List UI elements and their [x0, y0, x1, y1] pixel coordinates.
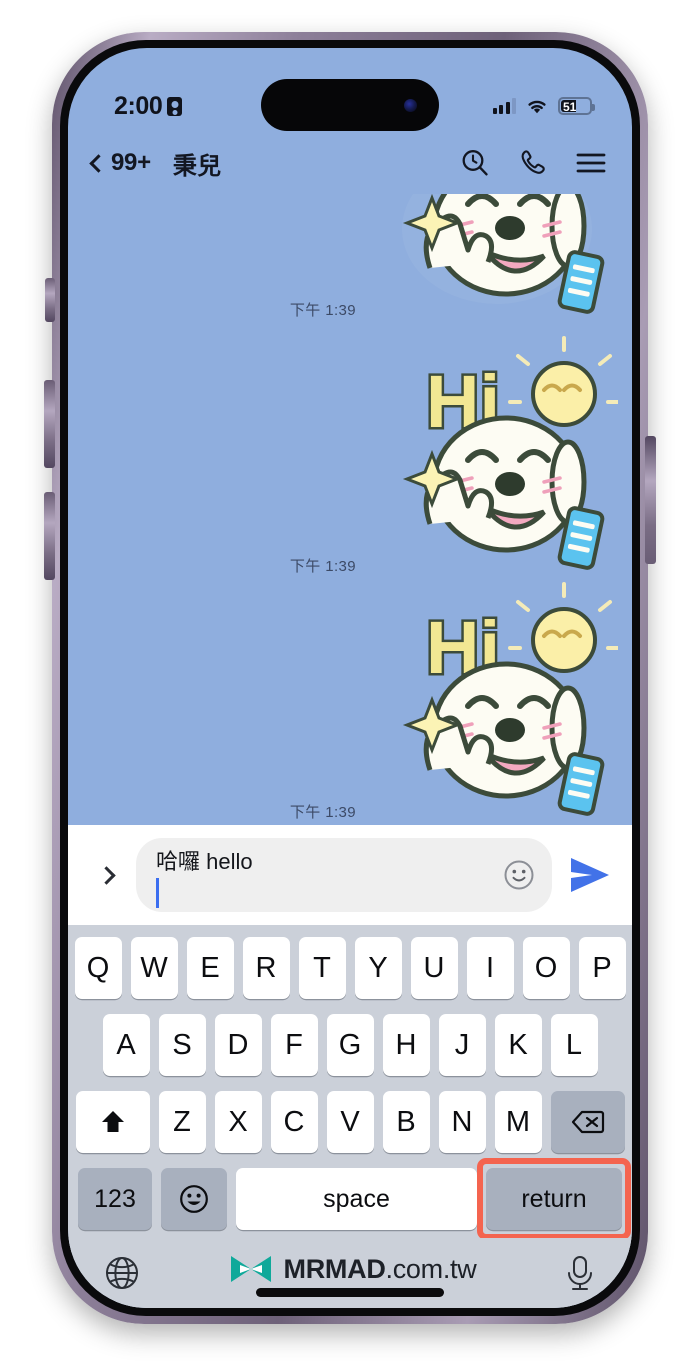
front-camera-lens — [404, 98, 417, 112]
phone-call-icon[interactable] — [518, 148, 548, 178]
numbers-key[interactable]: 123 — [78, 1168, 152, 1230]
mrmad-infinity-logo — [230, 1256, 271, 1282]
chat-nav-bar: 99+ 秉兒 — [68, 132, 632, 194]
status-time: 2:00 — [114, 91, 163, 120]
search-history-icon[interactable] — [460, 148, 490, 178]
chat-message-list[interactable]: 下午 1:39 Hi — [68, 194, 632, 825]
chevron-left-icon — [89, 153, 108, 173]
phone-screen: 下午 1:39 Hi — [68, 48, 632, 1308]
cellular-signal-icon — [492, 98, 516, 114]
key-x[interactable]: X — [214, 1091, 262, 1153]
key-i[interactable]: I — [466, 937, 514, 999]
key-c[interactable]: C — [270, 1091, 318, 1153]
key-t[interactable]: T — [298, 937, 346, 999]
watermark-brand: MRMAD — [283, 1253, 386, 1284]
key-r[interactable]: R — [242, 937, 290, 999]
key-y[interactable]: Y — [354, 937, 402, 999]
send-paper-plane-icon — [571, 858, 609, 892]
key-f[interactable]: F — [270, 1014, 318, 1076]
chevron-right-icon — [96, 865, 116, 885]
keyboard-row-2: A S D F G H J K L — [68, 1014, 632, 1076]
message-timestamp: 下午 1:39 — [289, 302, 356, 319]
backspace-delete-icon — [571, 1110, 604, 1134]
chat-message-row[interactable]: 下午 1:39 Hi — [290, 332, 618, 582]
battery-percent-label: 51 — [563, 100, 577, 114]
key-j[interactable]: J — [438, 1014, 486, 1076]
backspace-key[interactable] — [550, 1091, 625, 1153]
message-input-bar: 哈囉 hello — [68, 825, 632, 925]
key-k[interactable]: K — [494, 1014, 542, 1076]
power-button[interactable] — [645, 436, 656, 564]
wifi-icon — [528, 100, 546, 113]
key-z[interactable]: Z — [158, 1091, 206, 1153]
message-input-value: 哈囉 hello — [156, 849, 253, 874]
home-indicator[interactable] — [256, 1288, 444, 1297]
screenshot-stage: 下午 1:39 Hi — [0, 0, 700, 1371]
key-p[interactable]: P — [578, 937, 626, 999]
return-key-wrapper: return — [477, 1158, 631, 1240]
page-title: 秉兒 — [172, 152, 222, 180]
chat-message-row[interactable]: 下午 1:39 Hi — [290, 578, 618, 825]
shift-key[interactable] — [75, 1091, 150, 1153]
keyboard-bottom-bar: MRMAD.com.tw — [68, 1238, 632, 1308]
hi-dog-sticker[interactable]: Hi — [368, 578, 618, 825]
shift-arrow-icon — [101, 1111, 124, 1132]
globe-language-icon[interactable] — [102, 1253, 142, 1293]
chat-message-row[interactable]: 下午 1:39 Hi — [290, 194, 618, 326]
microphone-icon[interactable] — [562, 1253, 598, 1293]
silent-switch-button[interactable] — [45, 278, 55, 322]
key-a[interactable]: A — [102, 1014, 150, 1076]
emoji-face-icon — [180, 1185, 208, 1213]
send-button[interactable] — [566, 855, 614, 895]
hamburger-menu-icon[interactable] — [576, 152, 606, 174]
key-s[interactable]: S — [158, 1014, 206, 1076]
battery-icon: 51 — [558, 97, 595, 115]
unread-count-badge: 99+ — [111, 149, 151, 176]
message-timestamp: 下午 1:39 — [289, 804, 356, 821]
back-button[interactable]: 99+ — [89, 149, 151, 177]
key-g[interactable]: G — [326, 1014, 374, 1076]
key-v[interactable]: V — [326, 1091, 374, 1153]
key-b[interactable]: B — [382, 1091, 430, 1153]
nav-actions — [460, 148, 606, 178]
key-q[interactable]: Q — [74, 937, 122, 999]
message-input-field[interactable]: 哈囉 hello — [136, 838, 552, 912]
watermark-text: MRMAD.com.tw — [284, 1254, 477, 1285]
text-cursor — [156, 878, 159, 908]
hi-dog-sticker[interactable]: Hi — [368, 332, 618, 582]
return-key[interactable]: return — [486, 1168, 622, 1230]
key-n[interactable]: N — [438, 1091, 486, 1153]
dynamic-island — [261, 79, 439, 131]
status-bar-right: 51 — [492, 97, 595, 115]
key-w[interactable]: W — [130, 937, 178, 999]
key-d[interactable]: D — [214, 1014, 262, 1076]
emoji-keyboard-key[interactable] — [161, 1168, 227, 1230]
hi-dog-sticker[interactable]: Hi — [368, 194, 618, 326]
keyboard-row-3: Z X C V B N M — [68, 1091, 632, 1153]
key-e[interactable]: E — [186, 937, 234, 999]
keyboard-row-1: Q W E R T Y U I O P — [68, 937, 632, 999]
status-bar-left: 2:00 — [114, 91, 183, 121]
key-l[interactable]: L — [550, 1014, 598, 1076]
expand-more-button[interactable] — [90, 865, 122, 885]
volume-down-button[interactable] — [44, 492, 55, 580]
emoji-smiley-icon[interactable] — [502, 858, 536, 892]
key-m[interactable]: M — [494, 1091, 542, 1153]
watermark-domain: .com.tw — [385, 1253, 477, 1284]
keyboard-row-4: 123 space return — [68, 1158, 632, 1240]
key-u[interactable]: U — [410, 937, 458, 999]
lock-portrait-icon — [167, 96, 183, 116]
key-o[interactable]: O — [522, 937, 570, 999]
key-h[interactable]: H — [382, 1014, 430, 1076]
volume-up-button[interactable] — [44, 380, 55, 468]
space-key[interactable]: space — [236, 1168, 477, 1230]
watermark: MRMAD.com.tw — [228, 1252, 477, 1286]
